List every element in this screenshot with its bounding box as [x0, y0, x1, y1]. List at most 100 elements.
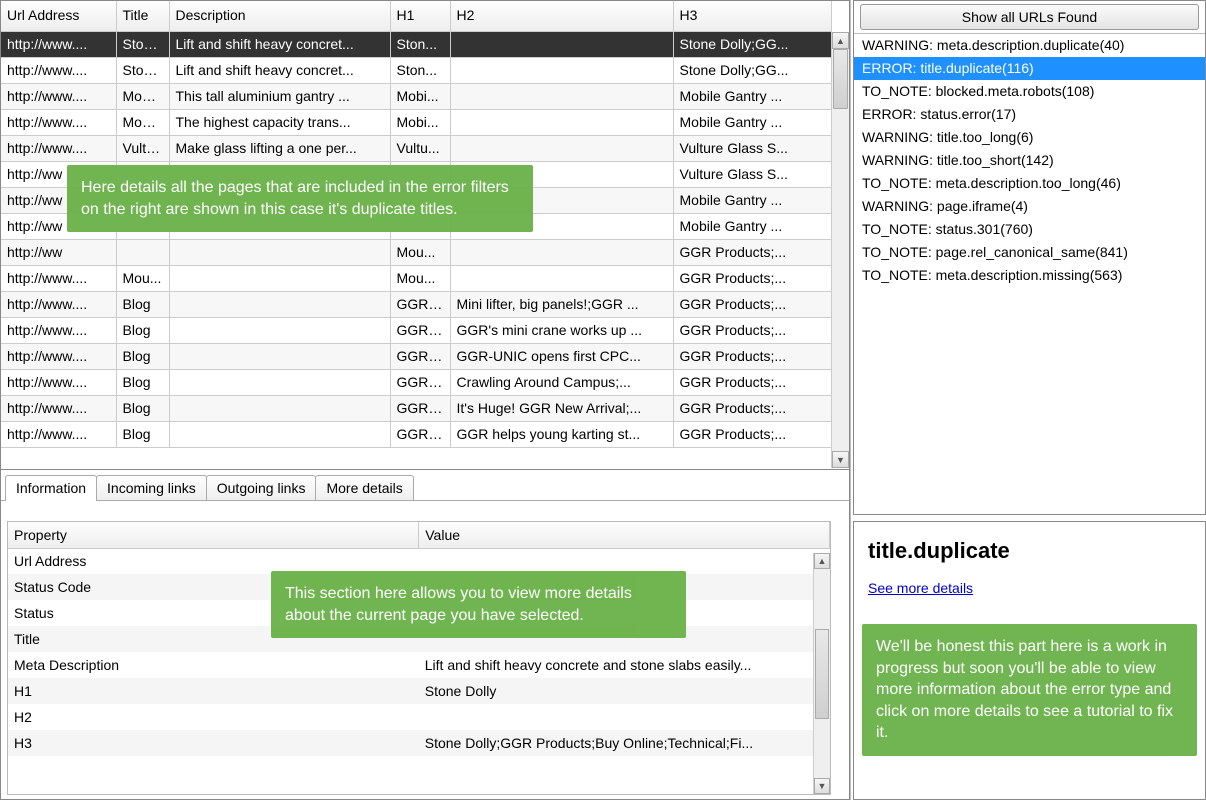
- table-cell: [450, 109, 673, 135]
- table-row[interactable]: Meta DescriptionLift and shift heavy con…: [8, 652, 830, 678]
- tab-incoming-links[interactable]: Incoming links: [96, 475, 207, 501]
- filter-item[interactable]: ERROR: title.duplicate(116): [854, 57, 1205, 80]
- filter-item[interactable]: ERROR: status.error(17): [854, 103, 1205, 126]
- table-cell: Blog: [116, 343, 169, 369]
- table-cell: [450, 265, 673, 291]
- url-table-scrollbar[interactable]: ▲ ▼: [831, 32, 849, 468]
- column-header[interactable]: Url Address: [1, 1, 116, 31]
- table-row[interactable]: http://www....BlogGGR ...It's Huge! GGR …: [1, 395, 831, 421]
- table-cell: The highest capacity trans...: [169, 109, 390, 135]
- tab-more-details[interactable]: More details: [315, 475, 413, 501]
- table-cell: Blog: [116, 317, 169, 343]
- url-table-container: Url AddressTitleDescriptionH1H2H3 http:/…: [0, 0, 850, 470]
- property-name: H2: [8, 704, 419, 730]
- filter-item[interactable]: TO_NOTE: meta.description.too_long(46): [854, 172, 1205, 195]
- table-cell: http://www....: [1, 369, 116, 395]
- callout-details-section: This section here allows you to view mor…: [271, 571, 686, 638]
- table-cell: GGR helps young karting st...: [450, 421, 673, 447]
- filter-item[interactable]: TO_NOTE: meta.description.missing(563): [854, 264, 1205, 287]
- table-row[interactable]: http://www....Ston...Lift and shift heav…: [1, 31, 831, 57]
- table-cell: Mobi...: [390, 109, 450, 135]
- table-row[interactable]: http://www....BlogGGR ...GGR's mini cran…: [1, 317, 831, 343]
- table-cell: [169, 369, 390, 395]
- table-row[interactable]: http://wwMou...GGR Products;...: [1, 239, 831, 265]
- table-cell: [450, 135, 673, 161]
- table-row[interactable]: http://www....BlogGGR ...GGR-UNIC opens …: [1, 343, 831, 369]
- table-cell: Ston...: [390, 31, 450, 57]
- column-header[interactable]: Description: [169, 1, 390, 31]
- filter-item[interactable]: WARNING: title.too_short(142): [854, 149, 1205, 172]
- table-row[interactable]: http://www....BlogGGR ...GGR helps young…: [1, 421, 831, 447]
- column-header[interactable]: Title: [116, 1, 169, 31]
- scroll-up-arrow-icon[interactable]: ▲: [832, 32, 849, 49]
- table-row[interactable]: http://www....Mou...Mou...GGR Products;.…: [1, 265, 831, 291]
- column-header[interactable]: H1: [390, 1, 450, 31]
- table-cell: This tall aluminium gantry ...: [169, 83, 390, 109]
- table-cell: http://www....: [1, 343, 116, 369]
- error-detail-title: title.duplicate: [868, 538, 1191, 564]
- properties-scrollbar[interactable]: ▲ ▼: [813, 553, 830, 794]
- property-name: H1: [8, 678, 419, 704]
- table-cell: [169, 265, 390, 291]
- property-name: H3: [8, 730, 419, 756]
- table-cell: http://www....: [1, 83, 116, 109]
- table-cell: Mobi...: [116, 83, 169, 109]
- table-cell: GGR ...: [390, 421, 450, 447]
- properties-table-container: PropertyValue Url AddressStatus CodeStat…: [7, 521, 831, 795]
- table-cell: GGR Products;...: [673, 239, 831, 265]
- table-cell: [450, 57, 673, 83]
- show-all-urls-button[interactable]: Show all URLs Found: [860, 4, 1199, 30]
- table-cell: [169, 343, 390, 369]
- left-column: Url AddressTitleDescriptionH1H2H3 http:/…: [0, 0, 851, 800]
- table-row[interactable]: http://www....BlogGGR ...Crawling Around…: [1, 369, 831, 395]
- error-detail-panel: title.duplicate See more details We'll b…: [853, 521, 1206, 800]
- filter-item[interactable]: TO_NOTE: page.rel_canonical_same(841): [854, 241, 1205, 264]
- properties-table: PropertyValue Url AddressStatus CodeStat…: [8, 522, 830, 756]
- table-cell: Make glass lifting a one per...: [169, 135, 390, 161]
- table-cell: Blog: [116, 395, 169, 421]
- table-cell: Vultu...: [116, 135, 169, 161]
- see-more-details-link[interactable]: See more details: [868, 580, 973, 596]
- table-cell: GGR Products;...: [673, 395, 831, 421]
- table-cell: GGR ...: [390, 291, 450, 317]
- callout-filtered-pages: Here details all the pages that are incl…: [67, 165, 533, 232]
- filter-item[interactable]: WARNING: meta.description.duplicate(40): [854, 34, 1205, 57]
- table-row[interactable]: H2: [8, 704, 830, 730]
- filter-item[interactable]: TO_NOTE: blocked.meta.robots(108): [854, 80, 1205, 103]
- scroll-down-arrow-icon[interactable]: ▼: [814, 778, 830, 794]
- table-row[interactable]: http://www....Mobi...This tall aluminium…: [1, 83, 831, 109]
- scroll-down-arrow-icon[interactable]: ▼: [832, 451, 849, 468]
- table-cell: Vultu...: [390, 135, 450, 161]
- filter-item[interactable]: WARNING: page.iframe(4): [854, 195, 1205, 218]
- table-row[interactable]: H3Stone Dolly;GGR Products;Buy Online;Te…: [8, 730, 830, 756]
- tab-outgoing-links[interactable]: Outgoing links: [206, 475, 317, 501]
- table-row[interactable]: http://www....Ston...Lift and shift heav…: [1, 57, 831, 83]
- callout-error-detail: We'll be honest this part here is a work…: [862, 624, 1197, 756]
- table-cell: Stone Dolly;GG...: [673, 57, 831, 83]
- table-cell: Mobile Gantry ...: [673, 213, 831, 239]
- table-cell: Vulture Glass S...: [673, 135, 831, 161]
- scroll-thumb[interactable]: [815, 629, 829, 719]
- column-header[interactable]: Property: [8, 522, 419, 548]
- table-cell: GGR Products;...: [673, 291, 831, 317]
- column-header[interactable]: H2: [450, 1, 673, 31]
- scroll-thumb[interactable]: [833, 49, 848, 109]
- table-cell: GGR Products;...: [673, 317, 831, 343]
- table-row[interactable]: H1Stone Dolly: [8, 678, 830, 704]
- table-row[interactable]: http://www....Vultu...Make glass lifting…: [1, 135, 831, 161]
- table-cell: [169, 317, 390, 343]
- table-cell: Mobile Gantry ...: [673, 109, 831, 135]
- filter-item[interactable]: TO_NOTE: status.301(760): [854, 218, 1205, 241]
- right-column: Show all URLs Found WARNING: meta.descri…: [851, 0, 1206, 800]
- filter-item[interactable]: WARNING: title.too_long(6): [854, 126, 1205, 149]
- column-header[interactable]: Value: [419, 522, 830, 548]
- tab-information[interactable]: Information: [5, 475, 97, 501]
- table-row[interactable]: http://www....BlogGGR ...Mini lifter, bi…: [1, 291, 831, 317]
- table-cell: Mobile Gantry ...: [673, 83, 831, 109]
- column-header[interactable]: H3: [673, 1, 831, 31]
- scroll-up-arrow-icon[interactable]: ▲: [814, 553, 830, 569]
- table-cell: [116, 239, 169, 265]
- table-row[interactable]: http://www....Mobi...The highest capacit…: [1, 109, 831, 135]
- table-cell: GGR's mini crane works up ...: [450, 317, 673, 343]
- table-cell: Stone Dolly;GG...: [673, 31, 831, 57]
